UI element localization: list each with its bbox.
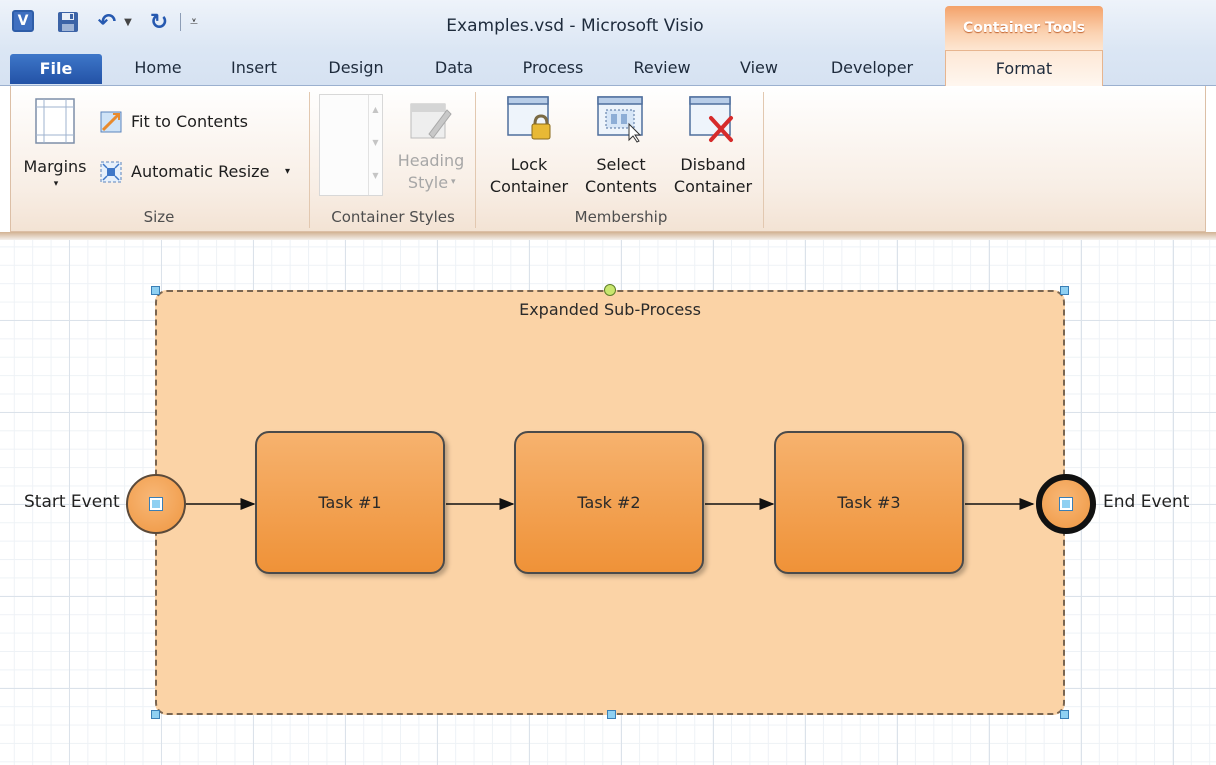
margins-icon xyxy=(35,98,75,144)
disband-container-label-line2: Container xyxy=(673,177,753,196)
connection-point[interactable] xyxy=(1059,497,1073,511)
drawing-canvas[interactable]: Expanded Sub-Process Start Event Task #1… xyxy=(0,240,1216,765)
container-styles-group: ▲ ▼ ▼ Heading Style ▾ Container Styles xyxy=(311,86,475,232)
tab-design[interactable]: Design xyxy=(314,56,398,82)
disband-container-label-line1: Disband xyxy=(680,155,746,174)
task-3[interactable]: Task #3 xyxy=(774,431,964,574)
tab-data[interactable]: Data xyxy=(420,56,488,82)
margins-button[interactable]: Margins ▾ xyxy=(24,94,86,190)
margins-dropdown-icon: ▾ xyxy=(53,179,59,189)
heading-style-label-line1: Heading xyxy=(397,151,465,170)
container-style-gallery[interactable]: ▲ ▼ ▼ xyxy=(319,94,383,196)
end-event-circle[interactable] xyxy=(1036,474,1096,534)
select-contents-button[interactable]: Select Contents xyxy=(579,92,663,202)
tab-insert[interactable]: Insert xyxy=(214,56,294,82)
task-label: Task #2 xyxy=(577,493,641,512)
container-styles-group-label: Container Styles xyxy=(331,208,455,226)
tab-developer[interactable]: Developer xyxy=(816,56,928,82)
automatic-resize-label: Automatic Resize xyxy=(131,162,270,181)
lock-container-label-line1: Lock xyxy=(510,155,548,174)
start-event-label: Start Event xyxy=(24,492,120,512)
gallery-scrollbar[interactable]: ▲ ▼ ▼ xyxy=(368,95,382,195)
group-divider xyxy=(309,92,310,228)
heading-style-button[interactable]: Heading Style ▾ xyxy=(393,94,469,196)
tab-process[interactable]: Process xyxy=(506,56,600,82)
disband-container-button[interactable]: Disband Container xyxy=(671,92,755,202)
membership-group: Lock Container Select Contents Disband C… xyxy=(481,86,761,232)
tab-view[interactable]: View xyxy=(726,56,792,82)
lock-container-label-line2: Container xyxy=(489,177,569,196)
ribbon-tab-row: File Home Insert Design Data Process Rev… xyxy=(0,50,1216,87)
automatic-resize-button[interactable]: Automatic Resize ▾ xyxy=(99,158,309,186)
context-tab-label: Container Tools xyxy=(962,20,1086,36)
heading-style-icon xyxy=(410,103,452,139)
ribbon: Margins ▾ Fit to Contents Automatic Resi… xyxy=(10,86,1206,232)
disband-container-icon xyxy=(689,96,733,142)
automatic-resize-icon xyxy=(100,161,122,183)
select-contents-icon xyxy=(597,96,643,143)
gallery-scroll-down-icon[interactable]: ▼ xyxy=(369,128,382,161)
size-group-label: Size xyxy=(143,208,175,226)
title-bar: V ↶ ▼ ↻ ⩡ Examples.vsd - Microsoft Visio… xyxy=(0,0,1216,50)
membership-group-label: Membership xyxy=(574,208,668,226)
tab-review[interactable]: Review xyxy=(620,56,704,82)
automatic-resize-dropdown-icon: ▾ xyxy=(285,166,291,177)
select-contents-label-line1: Select xyxy=(596,155,646,174)
lock-container-icon xyxy=(507,96,551,140)
start-event-circle[interactable] xyxy=(126,474,186,534)
connection-point[interactable] xyxy=(149,497,163,511)
ribbon-shadow xyxy=(0,232,1216,240)
fit-to-contents-icon xyxy=(100,111,122,133)
group-divider xyxy=(475,92,476,228)
task-label: Task #3 xyxy=(837,493,901,512)
tab-file[interactable]: File xyxy=(10,54,102,84)
fit-to-contents-button[interactable]: Fit to Contents xyxy=(99,108,299,136)
select-contents-label-line2: Contents xyxy=(585,177,657,196)
heading-style-dropdown-icon: ▾ xyxy=(451,177,456,187)
container-tools-header: Container Tools xyxy=(945,6,1103,50)
end-event-label: End Event xyxy=(1103,492,1190,512)
fit-to-contents-label: Fit to Contents xyxy=(131,112,248,131)
group-divider xyxy=(763,92,764,228)
size-group: Margins ▾ Fit to Contents Automatic Resi… xyxy=(11,86,307,232)
lock-container-button[interactable]: Lock Container xyxy=(490,92,568,202)
task-2[interactable]: Task #2 xyxy=(514,431,704,574)
tab-format[interactable]: Format xyxy=(945,50,1103,87)
task-label: Task #1 xyxy=(318,493,382,512)
tab-home[interactable]: Home xyxy=(118,56,198,82)
task-1[interactable]: Task #1 xyxy=(255,431,445,574)
gallery-scroll-up-icon[interactable]: ▲ xyxy=(369,95,382,128)
gallery-more-icon[interactable]: ▼ xyxy=(369,161,382,194)
